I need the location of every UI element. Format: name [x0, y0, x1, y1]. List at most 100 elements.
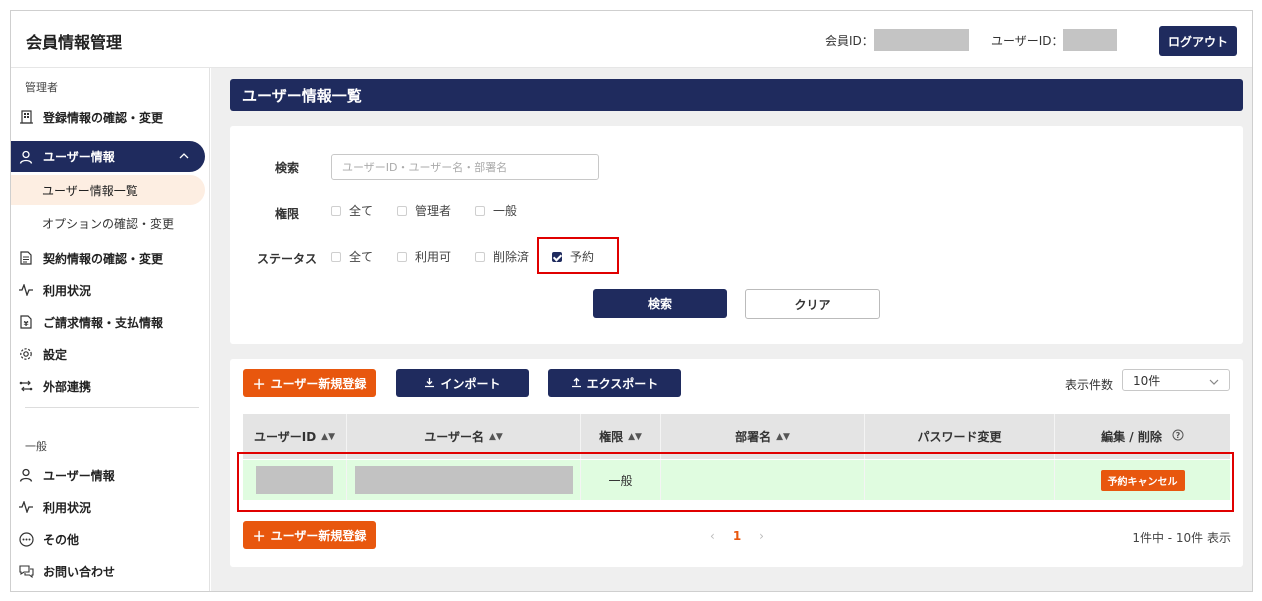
- status-label: ステータス: [257, 252, 318, 266]
- sidebar-item-settings[interactable]: 設定: [11, 339, 207, 369]
- building-icon: [17, 108, 35, 126]
- main-content: ユーザー情報一覧 検索 権限 全て 管理者 一般 ステータス 全て: [211, 68, 1252, 591]
- checkbox-label: 管理者: [415, 204, 452, 218]
- page-number-current[interactable]: 1: [733, 529, 741, 543]
- column-title: 編集 / 削除: [1101, 430, 1162, 444]
- checkbox-box[interactable]: [475, 205, 485, 216]
- member-id-label: 会員ID：: [825, 34, 874, 48]
- checkbox-box[interactable]: [397, 251, 407, 262]
- search-label: 検索: [275, 161, 300, 175]
- sidebar-item-general-user-info[interactable]: ユーザー情報: [11, 460, 207, 490]
- checkbox-box[interactable]: [331, 205, 341, 216]
- user-icon: [17, 148, 35, 166]
- per-page-select[interactable]: 10件: [1122, 369, 1230, 391]
- column-title: ユーザーID: [253, 430, 317, 444]
- sidebar-item-label: お問い合わせ: [43, 564, 116, 579]
- plus-icon: ＋: [252, 376, 266, 392]
- column-title: パスワード変更: [917, 430, 1002, 444]
- sidebar-subitem-label: ユーザー情報一覧: [42, 183, 138, 198]
- export-button[interactable]: エクスポート: [548, 369, 681, 397]
- plus-icon: ＋: [252, 528, 266, 544]
- per-page-label: 表示件数: [1065, 378, 1114, 392]
- user-id-value-redacted: [1063, 29, 1117, 51]
- svg-text:¥: ¥: [24, 320, 29, 328]
- checkbox-label: 全て: [349, 204, 374, 218]
- pulse-icon: [17, 281, 35, 299]
- checkbox-box[interactable]: [475, 251, 485, 262]
- sidebar-divider: [25, 407, 199, 408]
- sort-icon: ▲▼: [628, 431, 642, 442]
- chevron-up-icon[interactable]: [179, 149, 189, 163]
- user-id-label: ユーザーID：: [991, 34, 1064, 48]
- sidebar-section-admin: 管理者: [25, 81, 58, 94]
- sidebar-item-contact[interactable]: お問い合わせ: [11, 556, 207, 586]
- sidebar-item-registration[interactable]: 登録情報の確認・変更: [11, 102, 207, 132]
- sidebar-item-label: その他: [43, 532, 80, 547]
- role-checkbox-general[interactable]: 一般: [475, 202, 517, 219]
- clear-button[interactable]: クリア: [745, 289, 880, 319]
- sidebar-section-general: 一般: [25, 440, 47, 453]
- help-icon[interactable]: ?: [1172, 429, 1184, 444]
- sidebar-item-contract[interactable]: 契約情報の確認・変更: [11, 243, 207, 273]
- logout-button[interactable]: ログアウト: [1159, 26, 1237, 56]
- sort-icon: ▲▼: [321, 431, 336, 442]
- sidebar-item-integration[interactable]: 外部連携: [11, 371, 207, 401]
- page-title: ユーザー情報一覧: [230, 79, 1243, 111]
- more-icon: [17, 530, 35, 548]
- search-input[interactable]: [331, 154, 599, 180]
- sidebar-item-label: 利用状況: [43, 500, 92, 515]
- reserved-highlight-frame: [537, 237, 619, 274]
- column-title: 権限: [599, 430, 624, 444]
- add-user-button[interactable]: ＋ ユーザー新規登録: [243, 369, 376, 397]
- upload-icon: [571, 376, 582, 391]
- checkbox-label: 利用可: [415, 250, 452, 264]
- search-button[interactable]: 検索: [593, 289, 727, 318]
- sidebar: 管理者 登録情報の確認・変更 ユーザー情報 ユーザー情報一覧 オプションの確認・…: [11, 68, 210, 591]
- link-icon: [17, 377, 35, 395]
- import-button[interactable]: インポート: [396, 369, 529, 397]
- checkbox-label: 一般: [493, 204, 518, 218]
- sidebar-subitem-options[interactable]: オプションの確認・変更: [11, 208, 205, 238]
- checkbox-box[interactable]: [397, 205, 407, 216]
- role-checkbox-all[interactable]: 全て: [331, 202, 373, 219]
- role-checkbox-admin[interactable]: 管理者: [397, 202, 451, 219]
- per-page-value: 10件: [1133, 373, 1161, 388]
- sort-icon: ▲▼: [488, 431, 503, 442]
- status-checkbox-deleted[interactable]: 削除済: [475, 248, 529, 265]
- download-icon: [424, 376, 435, 391]
- sort-icon: ▲▼: [776, 431, 790, 442]
- status-checkbox-available[interactable]: 利用可: [397, 248, 451, 265]
- sidebar-item-label: 外部連携: [43, 379, 92, 394]
- sidebar-item-label: 利用状況: [43, 283, 92, 298]
- sidebar-subitem-user-list[interactable]: ユーザー情報一覧: [11, 175, 205, 205]
- sidebar-item-general-usage[interactable]: 利用状況: [11, 492, 207, 522]
- user-list-panel: ＋ ユーザー新規登録 インポート エクスポート 表示件数 10件 ユーザーID …: [230, 359, 1243, 567]
- sidebar-item-other[interactable]: その他: [11, 524, 207, 554]
- sidebar-item-usage[interactable]: 利用状況: [11, 275, 207, 305]
- chevron-right-icon[interactable]: ›: [759, 529, 764, 543]
- button-label: インポート: [440, 376, 501, 391]
- result-count: 1件中 - 10件 表示: [1132, 531, 1231, 545]
- column-title: ユーザー名: [424, 430, 484, 444]
- row-highlight-frame: [237, 452, 1234, 512]
- app-title: 会員情報管理: [26, 33, 123, 52]
- search-panel: 検索 権限 全て 管理者 一般 ステータス 全て 利用可: [230, 126, 1243, 344]
- checkbox-box[interactable]: [331, 251, 341, 262]
- sidebar-item-billing[interactable]: ¥ ご請求情報・支払情報: [11, 307, 207, 337]
- sidebar-item-label: 登録情報の確認・変更: [43, 110, 164, 125]
- document-icon: [17, 249, 35, 267]
- column-title: 部署名: [735, 430, 772, 444]
- add-user-button-bottom[interactable]: ＋ ユーザー新規登録: [243, 521, 376, 549]
- button-label: ユーザー新規登録: [270, 376, 367, 391]
- member-id-value-redacted: [874, 29, 969, 51]
- chevron-left-icon[interactable]: ‹: [710, 529, 715, 543]
- chat-icon: [17, 562, 35, 580]
- sidebar-item-label: ユーザー情報: [43, 150, 115, 164]
- sidebar-item-label: 設定: [43, 347, 68, 362]
- user-icon: [17, 466, 35, 484]
- checkbox-label: 削除済: [493, 250, 530, 264]
- pulse-icon: [17, 498, 35, 516]
- svg-text:?: ?: [1176, 431, 1181, 440]
- sidebar-item-user-info[interactable]: ユーザー情報: [11, 141, 205, 172]
- status-checkbox-all[interactable]: 全て: [331, 248, 373, 265]
